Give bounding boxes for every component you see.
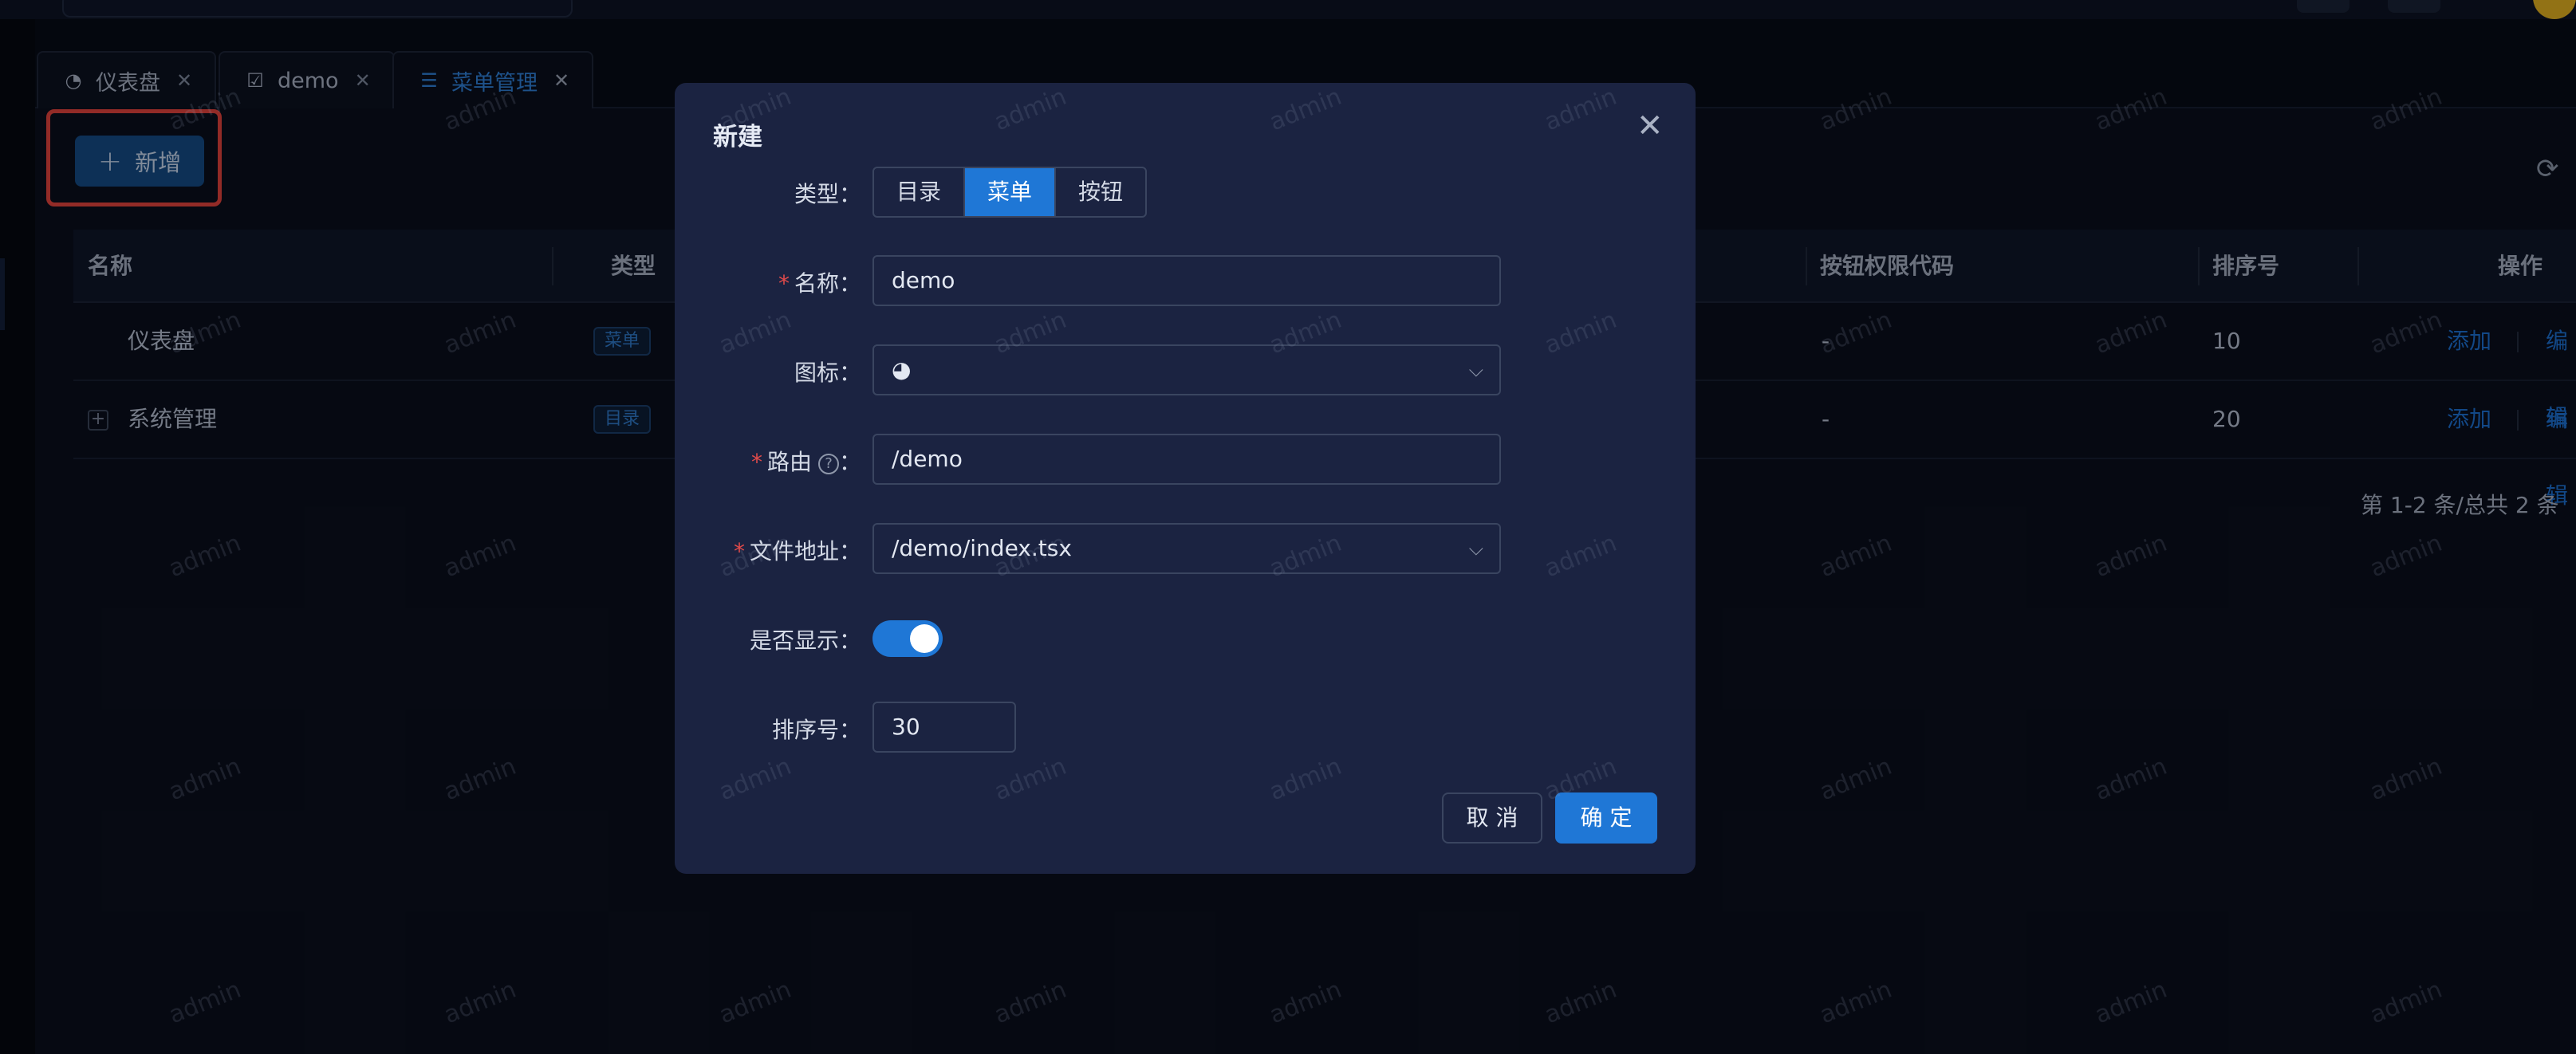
chevron-down-icon: ⌵ [1468,537,1483,560]
visible-label: 是否显示： [749,627,861,654]
route-label-text: 路由 [766,449,812,475]
type-label: 类型： [794,181,861,207]
type-segmented-control: 目录 菜单 按钮 [872,167,1148,218]
icon-label-text: 图标 [794,360,839,386]
file-path-label: * 文件地址： [733,538,861,564]
file-path-label-text: 文件地址 [749,538,839,564]
required-mark: * [733,538,745,564]
chevron-down-icon: ⌵ [1468,359,1483,381]
route-input[interactable]: /demo [872,434,1501,485]
cancel-button[interactable]: 取 消 [1442,792,1542,844]
icon-select[interactable]: ◕ ⌵ [872,344,1501,395]
name-input[interactable]: demo [872,255,1501,306]
order-label-text: 排序号 [771,717,839,743]
order-label: 排序号： [771,717,861,743]
type-option-directory[interactable]: 目录 [874,168,966,216]
visible-label-text: 是否显示 [749,627,839,654]
type-option-button[interactable]: 按钮 [1056,168,1145,216]
type-label-text: 类型 [794,181,839,207]
icon-label: 图标： [794,360,861,386]
required-mark: * [778,270,790,297]
visible-toggle[interactable] [872,620,943,657]
toggle-knob [910,624,939,653]
file-path-select[interactable]: /demo/index.tsx ⌵ [872,523,1501,574]
order-input[interactable]: 30 [872,702,1016,753]
close-icon[interactable]: ✕ [1637,110,1664,142]
help-icon[interactable]: ? [817,454,839,474]
route-label: * 路由?： [750,449,861,475]
required-mark: * [750,449,762,475]
pie-chart-icon: ◕ [892,356,912,383]
file-path-value: /demo/index.tsx [892,535,1072,561]
dialog-title: 新建 [713,123,762,151]
confirm-button[interactable]: 确 定 [1555,792,1657,844]
name-label: * 名称： [778,270,861,297]
type-option-menu[interactable]: 菜单 [965,168,1057,216]
name-label-text: 名称 [794,270,839,297]
